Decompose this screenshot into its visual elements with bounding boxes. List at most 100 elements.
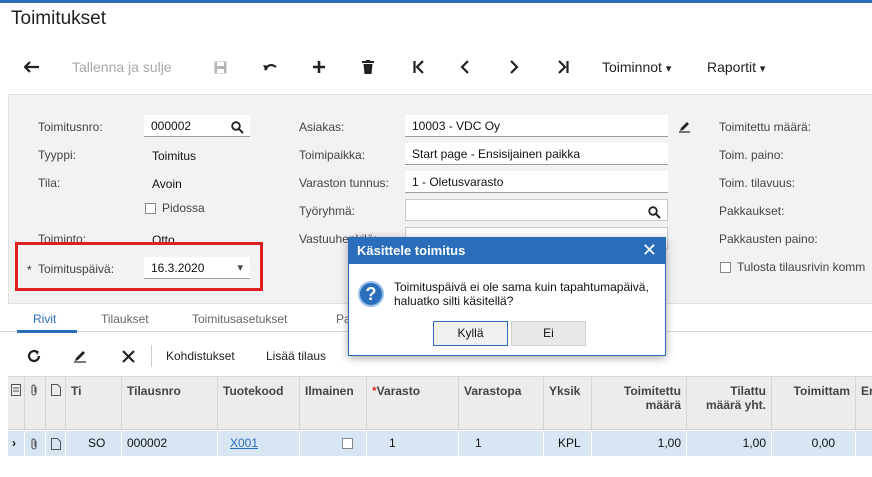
- allocations-button[interactable]: Kohdistukset: [166, 345, 235, 367]
- customer-value: 10003 - VDC Oy: [412, 119, 501, 133]
- weight-label: Toim. paino:: [719, 148, 784, 162]
- print-comments-label: Tulosta tilausrivin komm: [737, 260, 866, 274]
- paperclip-icon[interactable]: [25, 431, 46, 456]
- reports-menu[interactable]: Raportit ▾: [707, 56, 765, 78]
- tab-shipping-settings[interactable]: Toimitusasetukset: [192, 312, 287, 326]
- hold-label: Pidossa: [162, 201, 205, 215]
- cell-uom: KPL: [544, 431, 592, 456]
- cell-item: X001: [218, 431, 300, 456]
- yes-button[interactable]: Kyllä: [433, 321, 508, 346]
- close-icon[interactable]: [118, 346, 138, 366]
- cell-location: 1: [459, 431, 544, 456]
- header-to-ship[interactable]: Toimittam: [772, 377, 856, 431]
- header-attachment-column: [25, 377, 46, 431]
- add-icon[interactable]: [309, 57, 329, 77]
- no-button[interactable]: Ei: [511, 321, 586, 346]
- last-record-icon[interactable]: [553, 57, 573, 77]
- cell-warehouse: 1: [367, 431, 459, 456]
- note-icon[interactable]: [46, 431, 66, 456]
- header-warehouse[interactable]: *Varasto: [367, 377, 459, 431]
- tab-orders[interactable]: Tilaukset: [101, 312, 149, 326]
- cell-free: [300, 431, 367, 456]
- header-uom[interactable]: Yksik: [544, 377, 592, 431]
- reports-label: Raportit: [707, 59, 757, 75]
- workgroup-field[interactable]: [405, 199, 668, 221]
- delete-icon[interactable]: [358, 57, 378, 77]
- process-shipment-dialog: Käsittele toimitus ✕ ? Toimituspäivä ei …: [348, 237, 666, 356]
- type-label: Tyyppi:: [38, 148, 77, 162]
- actions-menu[interactable]: Toiminnot ▾: [602, 56, 671, 78]
- question-icon: ?: [358, 281, 384, 307]
- active-tab-indicator: [17, 330, 77, 333]
- shipped-qty-label: Toimitettu määrä:: [719, 120, 812, 134]
- location-label: Toimipaikka:: [299, 148, 366, 162]
- warehouse-value: 1 - Oletusvarasto: [412, 175, 504, 189]
- location-field[interactable]: Start page - Ensisijainen paikka: [405, 143, 668, 165]
- warehouse-label: Varaston tunnus:: [299, 176, 389, 190]
- search-icon[interactable]: [648, 204, 661, 226]
- header-item[interactable]: Tuotekood: [218, 377, 300, 431]
- header-free[interactable]: Ilmainen: [300, 377, 367, 431]
- free-item-checkbox[interactable]: [342, 438, 353, 450]
- first-record-icon[interactable]: [409, 57, 429, 77]
- dialog-title-text: Käsittele toimitus: [357, 243, 466, 258]
- edit-icon[interactable]: [678, 120, 691, 136]
- header-extra[interactable]: Er: [856, 377, 872, 431]
- cell-shipped-qty: 1,00: [592, 431, 687, 456]
- hold-checkbox[interactable]: [145, 203, 156, 214]
- status-label: Tila:: [38, 176, 61, 190]
- toolbar-divider: [151, 345, 152, 367]
- header-notes-column: [46, 377, 66, 431]
- close-icon[interactable]: ✕: [642, 241, 657, 259]
- print-comments-checkbox[interactable]: [720, 262, 731, 273]
- next-record-icon[interactable]: [504, 57, 524, 77]
- note-icon: [51, 384, 61, 399]
- warehouse-field[interactable]: 1 - Oletusvarasto: [405, 171, 668, 193]
- row-expand-icon[interactable]: ›: [8, 431, 25, 456]
- header-type[interactable]: Ti: [66, 377, 122, 431]
- page-title: Toimitukset: [11, 8, 107, 29]
- header-warehouse-label: Varasto: [376, 384, 421, 398]
- paperclip-icon: [30, 384, 38, 399]
- refresh-icon[interactable]: [24, 346, 44, 366]
- chevron-down-icon: ▾: [665, 63, 672, 75]
- edit-icon[interactable]: [70, 346, 90, 366]
- header-ordered-qty[interactable]: Tilattu määrä yht.: [687, 377, 772, 431]
- table-row[interactable]: › SO 000002 X001 1 1 KPL 1,00 1,00 0,00: [8, 431, 872, 456]
- arrow-left-icon[interactable]: [22, 57, 42, 77]
- cell-type: SO: [66, 431, 122, 456]
- actions-label: Toiminnot: [602, 59, 662, 75]
- customer-label: Asiakas:: [299, 120, 345, 134]
- shipment-nbr-label: Toimitusnro:: [38, 120, 103, 134]
- previous-record-icon[interactable]: [455, 57, 475, 77]
- search-icon[interactable]: [231, 119, 244, 141]
- tab-lines[interactable]: Rivit: [33, 312, 56, 326]
- package-weight-label: Pakkausten paino:: [719, 232, 818, 246]
- header-order-nbr[interactable]: Tilausnro: [122, 377, 218, 431]
- add-order-button[interactable]: Lisää tilaus: [266, 345, 326, 367]
- packages-label: Pakkaukset:: [719, 204, 785, 218]
- chevron-down-icon: ▾: [759, 63, 766, 75]
- save-close-button[interactable]: Tallenna ja sulje: [72, 56, 172, 78]
- cell-to-ship: 0,00: [772, 431, 856, 456]
- cell-ordered-qty: 1,00: [687, 431, 772, 456]
- dialog-title: Käsittele toimitus: [349, 238, 665, 264]
- status-value: Avoin: [152, 177, 182, 191]
- undo-icon[interactable]: [260, 57, 280, 77]
- cell-order-nbr: 000002: [122, 431, 218, 456]
- customer-field[interactable]: 10003 - VDC Oy: [405, 115, 668, 137]
- dialog-message: Toimituspäivä ei ole sama kuin tapahtuma…: [394, 280, 649, 308]
- shipment-nbr-value: 000002: [151, 119, 192, 133]
- location-value: Start page - Ensisijainen paikka: [412, 147, 581, 161]
- highlight-frame: [15, 242, 263, 291]
- save-icon[interactable]: [210, 57, 230, 77]
- header-icon-column: [8, 377, 25, 431]
- top-accent-bar: [0, 0, 872, 3]
- workgroup-label: Työryhmä:: [299, 204, 356, 218]
- item-link[interactable]: X001: [230, 436, 258, 450]
- header-location[interactable]: Varastopa: [459, 377, 544, 431]
- volume-label: Toim. tilavuus:: [719, 176, 796, 190]
- type-value: Toimitus: [152, 149, 197, 163]
- shipment-nbr-field[interactable]: 000002: [144, 115, 250, 137]
- header-shipped-qty[interactable]: Toimitettu määrä: [592, 377, 687, 431]
